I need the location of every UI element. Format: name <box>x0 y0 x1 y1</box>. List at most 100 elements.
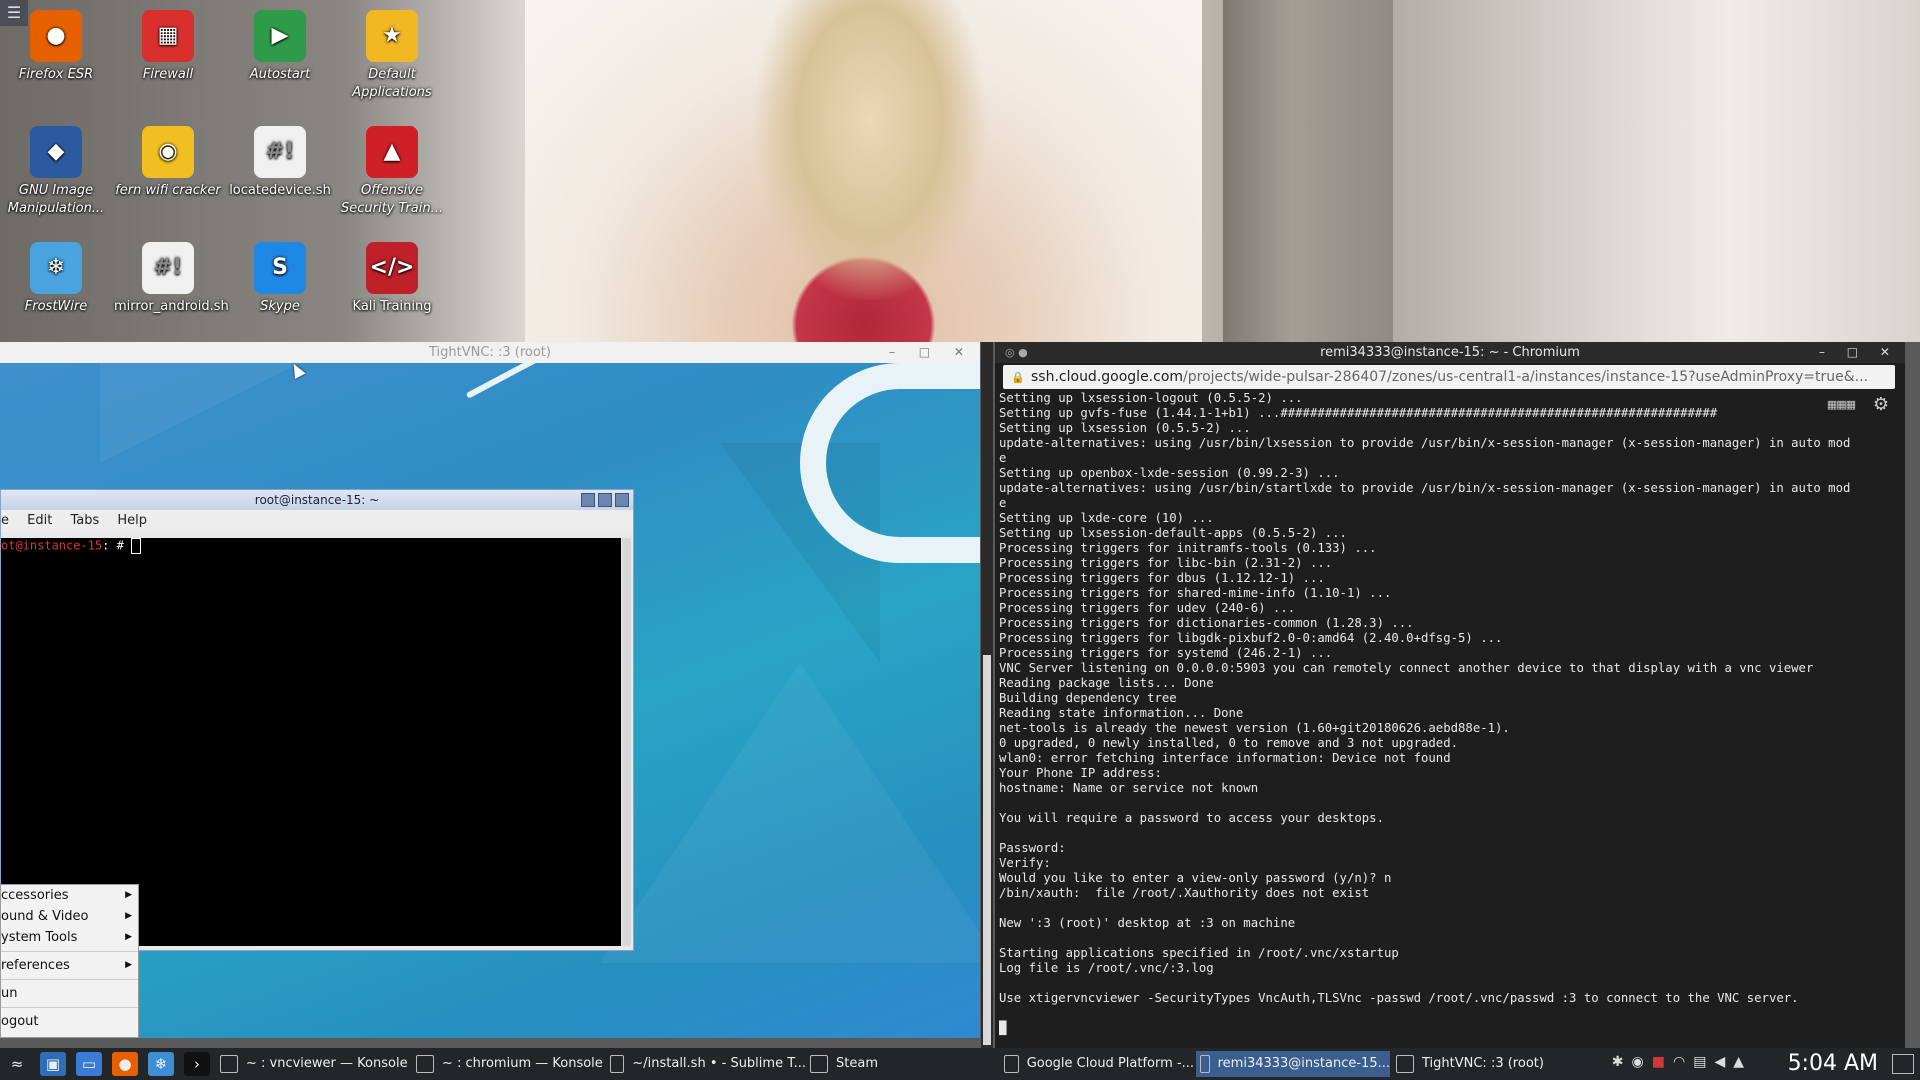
taskbar-task[interactable]: Steam <box>806 1051 1000 1077</box>
terminal-line: Processing triggers for libc-bin (2.31-2… <box>999 556 1333 570</box>
menu-item-run[interactable]: un <box>1 983 138 1004</box>
application-menu[interactable]: ccessories ▶ ound & Video ▶ ystem Tools ▶ r… <box>0 884 139 1038</box>
kali-menu-icon[interactable]: ≈ <box>4 1052 30 1076</box>
keyboard-icon[interactable]: ▦▦▦ <box>1827 398 1856 411</box>
desktop-icon-label: GNU Image Manipulation... <box>7 183 105 216</box>
package-icon[interactable]: ■ <box>1652 1054 1665 1070</box>
terminal-line: Processing triggers for dictionaries-com… <box>999 616 1414 630</box>
taskbar-task-label: Google Cloud Platform -... <box>1026 1056 1194 1071</box>
menu-file[interactable]: e <box>1 513 9 528</box>
close-icon[interactable] <box>615 493 629 507</box>
taskbar-task-label: remi34333@instance-15... <box>1217 1056 1390 1071</box>
minimize-icon[interactable] <box>581 493 595 507</box>
terminal-line: █ <box>999 1021 1007 1035</box>
clipboard-icon[interactable]: ▤ <box>1693 1054 1706 1070</box>
desktop-icon[interactable]: ★ Default Applications <box>338 2 446 102</box>
desktop-icon[interactable]: S Skype <box>226 234 334 316</box>
desktop-icon[interactable]: ● Firefox ESR <box>2 2 110 84</box>
menu-item-accessories[interactable]: ccessories ▶ <box>1 885 138 906</box>
desktop-icon-label: Firewall <box>142 67 194 82</box>
menu-item-sound-video[interactable]: ound & Video ▶ <box>1 906 138 927</box>
vnc-scrollbar-thumb[interactable] <box>983 655 991 1045</box>
konsole-title: root@instance-15: ~ <box>254 493 380 507</box>
desktop-icon-label: Kali Training <box>352 299 432 314</box>
desktop-icon[interactable]: ▲ Offensive Security Train... <box>338 118 446 218</box>
script-file-icon: #! <box>142 242 194 294</box>
konsole-titlebar[interactable]: root@instance-15: ~ <box>1 490 633 510</box>
desktop-icon[interactable]: ❄ FrostWire <box>2 234 110 316</box>
desktop-icon-label: Skype <box>260 299 300 314</box>
chrome-icon[interactable]: ◉ <box>1632 1054 1644 1070</box>
menu-item-system-tools[interactable]: ystem Tools ▶ <box>1 927 138 948</box>
taskbar-task-label: TightVNC: :3 (root) <box>1422 1056 1544 1071</box>
firewall-icon: ▦ <box>142 10 194 62</box>
desktop-icon[interactable]: ▦ Firewall <box>114 2 222 84</box>
window-menu-icon[interactable]: ◎ ● <box>1005 342 1028 363</box>
sublime-icon <box>610 1055 625 1073</box>
taskbar-task[interactable]: Google Cloud Platform -... <box>1000 1051 1194 1077</box>
tightvnc-window-controls[interactable]: – □ ✕ <box>889 342 974 363</box>
terminal-line: Processing triggers for systemd (246.2-1… <box>999 646 1333 660</box>
terminal-icon[interactable]: › <box>184 1052 210 1076</box>
file-manager-icon[interactable]: ▭ <box>76 1052 102 1076</box>
show-desktop-icon[interactable]: ▣ <box>40 1052 66 1076</box>
terminal-line: wlan0: error fetching interface informat… <box>999 751 1451 765</box>
desktop-icon[interactable]: #! locatedevice.sh <box>226 118 334 200</box>
frostwire-icon[interactable]: ❄ <box>148 1052 174 1076</box>
wallpaper-shape <box>100 363 300 463</box>
terminal-line: Processing triggers for udev (240-6) ... <box>999 601 1296 615</box>
firefox-icon[interactable]: ● <box>112 1052 138 1076</box>
konsole-window[interactable]: root@instance-15: ~ e Edit Tabs Help ot@… <box>0 489 634 951</box>
ssh-terminal[interactable]: Setting up lxsession-logout (0.5.5-2) ..… <box>999 391 1899 1046</box>
desktop-icon-label: fern wifi cracker <box>115 183 221 198</box>
firefox-icon: ● <box>30 10 82 62</box>
tightvnc-titlebar[interactable]: TightVNC: :3 (root) – □ ✕ <box>0 342 980 363</box>
desktop-icon-label: Autostart <box>249 67 311 82</box>
menu-item-preferences[interactable]: references ▶ <box>1 955 138 976</box>
konsole-icon <box>220 1055 238 1073</box>
taskbar-task[interactable]: ~/install.sh • - Sublime T... <box>606 1051 806 1077</box>
konsole-window-controls[interactable] <box>581 493 629 507</box>
show-desktop-button[interactable] <box>1892 1054 1914 1074</box>
menu-help[interactable]: Help <box>117 513 147 528</box>
gear-icon[interactable]: ⚙ <box>1873 394 1889 415</box>
chevron-up-icon[interactable]: ▲ <box>1733 1054 1744 1070</box>
terminal-line: Setting up lxsession-default-apps (0.5.5… <box>999 526 1347 540</box>
taskbar-task[interactable]: remi34333@instance-15... <box>1196 1051 1390 1077</box>
chromium-window[interactable]: ◎ ● remi34333@instance-15: ~ - Chromium … <box>995 342 1905 1048</box>
desktop-icon[interactable]: #! mirror_android.sh <box>114 234 229 316</box>
chromium-window-controls[interactable]: – □ ✕ <box>1819 342 1899 363</box>
taskbar-task[interactable]: TightVNC: :3 (root) <box>1392 1051 1586 1077</box>
bluetooth-icon[interactable]: ✱ <box>1612 1054 1624 1070</box>
taskbar-task[interactable]: ~ : chromium — Konsole <box>412 1051 606 1077</box>
menu-tabs[interactable]: Tabs <box>70 513 99 528</box>
desktop-icon-label: mirror_android.sh <box>114 299 229 314</box>
volume-icon[interactable]: ◀ <box>1714 1054 1725 1070</box>
address-bar[interactable]: 🔒 ssh.cloud.google.com/projects/wide-puls… <box>1003 365 1895 389</box>
terminal-line: net-tools is already the newest version … <box>999 721 1510 735</box>
desktop-icon[interactable]: ▶ Autostart <box>226 2 334 84</box>
menu-item-logout[interactable]: ogout <box>1 1011 138 1032</box>
chromium-titlebar[interactable]: ◎ ● remi34333@instance-15: ~ - Chromium … <box>995 342 1905 363</box>
desktop-icon[interactable]: </> Kali Training <box>338 234 446 316</box>
terminal-line: Setting up gvfs-fuse (1.44.1-1+b1) ...##… <box>999 406 1718 420</box>
desktop-icon[interactable]: ◆ GNU Image Manipulation... <box>2 118 110 218</box>
chevron-right-icon: ▶ <box>125 911 132 921</box>
konsole-scrollbar[interactable] <box>622 538 631 946</box>
taskbar-task-label: ~/install.sh • - Sublime T... <box>632 1056 806 1071</box>
desktop-icon[interactable]: ◉ fern wifi cracker <box>114 118 222 200</box>
terminal-line: Reading state information... Done <box>999 706 1244 720</box>
chevron-right-icon: ▶ <box>125 932 132 942</box>
wallpaper-photo-detail <box>755 0 985 300</box>
terminal-line: Setting up lxsession (0.5.5-2) ... <box>999 421 1251 435</box>
clock[interactable]: 5:04 AM <box>1788 1050 1878 1078</box>
taskbar-task[interactable]: ~ : vncviewer — Konsole <box>216 1051 410 1077</box>
menu-edit[interactable]: Edit <box>27 513 52 528</box>
chromium-icon <box>1200 1055 1210 1073</box>
wifi-icon[interactable]: ◠ <box>1673 1054 1685 1070</box>
maximize-icon[interactable] <box>598 493 612 507</box>
chevron-right-icon: ▶ <box>125 960 132 970</box>
